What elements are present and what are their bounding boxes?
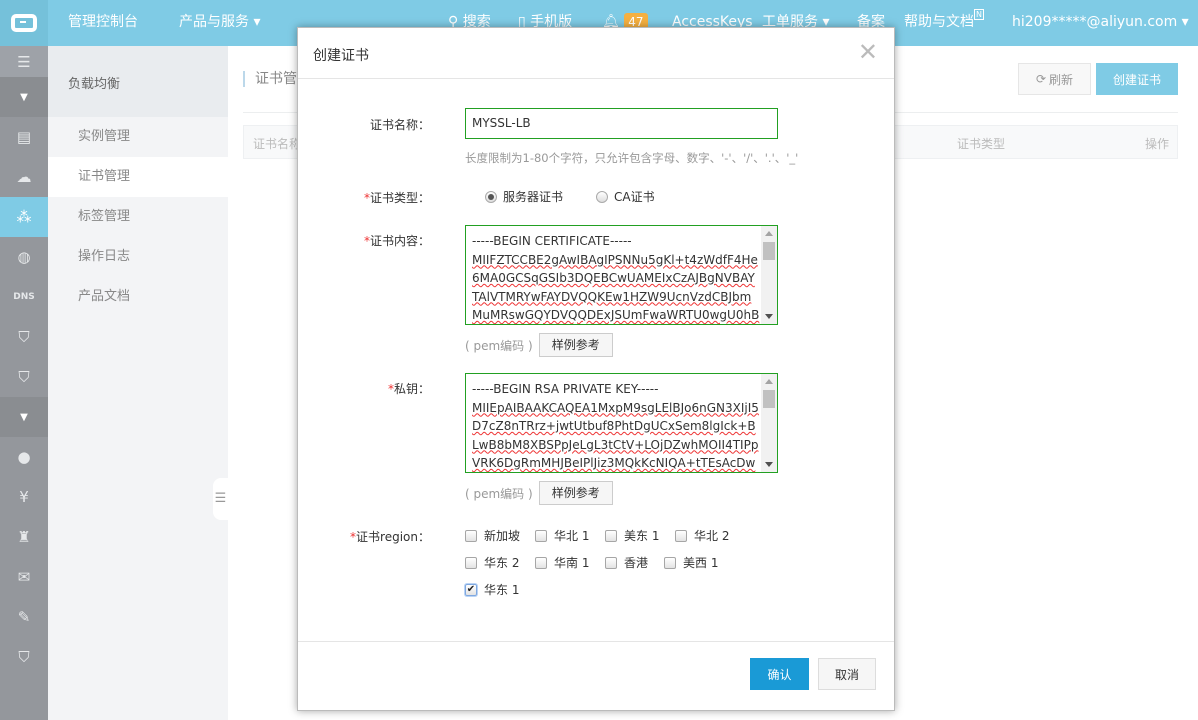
sidebar-item-logs[interactable]: 操作日志 xyxy=(48,237,228,277)
key-label: *私钥： xyxy=(388,380,430,397)
radio-selected[interactable] xyxy=(485,191,497,203)
help-link[interactable]: 帮助与文档N xyxy=(904,0,984,46)
name-hint: 长度限制为1-80个字符，只允许包含字母、数字、'-'、'/'、'.'、'_' xyxy=(465,150,798,166)
yen-icon[interactable]: ¥ xyxy=(0,477,48,517)
collapse-group-icon[interactable]: ▼ xyxy=(0,77,48,117)
cloud-icon[interactable]: ☁ xyxy=(0,157,48,197)
region-checkbox-checked[interactable]: ✔华东 1 xyxy=(465,581,519,598)
certificate-name-input[interactable]: MYSSL-LB xyxy=(465,108,778,139)
region-checkbox[interactable]: 美西 1 xyxy=(664,554,718,571)
console-link[interactable]: 管理控制台 xyxy=(68,0,138,46)
sidebar-item-certificates[interactable]: 证书管理 xyxy=(48,157,228,197)
column-type: 证书类型 xyxy=(957,135,1005,152)
sidebar-item-tags[interactable]: 标签管理 xyxy=(48,197,228,237)
refresh-icon: ⟳ xyxy=(1036,72,1046,86)
type-radio-server[interactable]: 服务器证书 xyxy=(485,188,563,205)
load-balancer-icon[interactable]: ⁂ xyxy=(0,197,48,237)
dialog-footer-divider xyxy=(298,641,894,642)
sidebar-item-docs[interactable]: 产品文档 xyxy=(48,277,228,317)
column-name: 证书名称 xyxy=(253,135,301,152)
money-bag-icon[interactable]: ♜ xyxy=(0,517,48,557)
create-certificate-button[interactable]: 创建证书 xyxy=(1096,63,1178,95)
product-icon-sidebar: ☰ ▼ ▤ ☁ ⁂ ◍ DNS ⛉ ⛉ ▼ ● ¥ ♜ ✉ ✎ ⛉ xyxy=(0,46,48,720)
close-icon[interactable]: ✕ xyxy=(858,38,878,66)
cancel-button[interactable]: 取消 xyxy=(818,658,876,690)
sidebar-item-instances[interactable]: 实例管理 xyxy=(48,117,228,157)
pem-row: ( pem编码 )样例参考 xyxy=(465,333,613,357)
type-radio-ca[interactable]: CA证书 xyxy=(596,188,655,205)
private-key-textarea[interactable]: -----BEGIN RSA PRIVATE KEY----- MIIEpAIB… xyxy=(465,373,778,473)
name-label: 证书名称： xyxy=(370,116,430,133)
products-menu[interactable]: 产品与服务 ▾ xyxy=(179,0,260,46)
mail-icon[interactable]: ✉ xyxy=(0,557,48,597)
globe-icon[interactable]: ◍ xyxy=(0,237,48,277)
dialog-title: 创建证书 xyxy=(313,48,369,64)
create-certificate-dialog: 创建证书 ✕ 证书名称： MYSSL-LB 长度限制为1-80个字符，只允许包含… xyxy=(297,27,895,711)
aliyun-logo[interactable] xyxy=(0,0,48,46)
dialog-header: 创建证书 ✕ xyxy=(298,28,894,79)
region-checkbox[interactable]: 华东 2 xyxy=(465,554,519,571)
collapse-sidebar-handle[interactable]: ☰ xyxy=(213,478,228,520)
menu-toggle-icon[interactable]: ☰ xyxy=(0,46,48,77)
type-label: *证书类型： xyxy=(364,189,430,206)
pem-row: ( pem编码 )样例参考 xyxy=(465,481,613,505)
user-icon[interactable]: ● xyxy=(0,437,48,477)
new-badge: N xyxy=(974,9,984,20)
confirm-button[interactable]: 确认 xyxy=(750,658,809,690)
radio-unselected[interactable] xyxy=(596,191,608,203)
region-label: *证书region： xyxy=(350,528,430,545)
server-icon[interactable]: ▤ xyxy=(0,117,48,157)
content-label: *证书内容： xyxy=(364,232,430,249)
example-button[interactable]: 样例参考 xyxy=(539,481,613,505)
check-icon[interactable]: ✔ xyxy=(465,584,477,596)
secondary-sidebar: 负载均衡 实例管理 证书管理 标签管理 操作日志 产品文档 xyxy=(48,46,228,720)
certificate-content-textarea[interactable]: -----BEGIN CERTIFICATE----- MIIFZTCCBE2g… xyxy=(465,225,778,325)
shield-icon[interactable]: ⛉ xyxy=(0,317,48,357)
column-actions: 操作 xyxy=(1145,135,1169,152)
region-checkbox[interactable]: 华南 1 xyxy=(535,554,589,571)
example-button[interactable]: 样例参考 xyxy=(539,333,613,357)
shield-check-icon[interactable]: ⛉ xyxy=(0,357,48,397)
beian-shield-icon[interactable]: ⛉ xyxy=(0,637,48,677)
dns-icon[interactable]: DNS xyxy=(0,277,48,317)
region-checkbox[interactable]: 新加坡 xyxy=(465,527,520,544)
region-checkbox[interactable]: 香港 xyxy=(605,554,648,571)
sidebar-title: 负载均衡 xyxy=(48,46,228,117)
refresh-button[interactable]: ⟳刷新 xyxy=(1018,63,1091,95)
region-checkbox[interactable]: 美东 1 xyxy=(605,527,659,544)
pencil-icon[interactable]: ✎ xyxy=(0,597,48,637)
scrollbar[interactable] xyxy=(761,374,777,472)
user-menu[interactable]: hi209*****@aliyun.com ▾ xyxy=(1012,0,1189,46)
scrollbar[interactable] xyxy=(761,226,777,324)
region-checkbox[interactable]: 华北 1 xyxy=(535,527,589,544)
collapse-group-icon[interactable]: ▼ xyxy=(0,397,48,437)
region-checkbox[interactable]: 华北 2 xyxy=(675,527,729,544)
